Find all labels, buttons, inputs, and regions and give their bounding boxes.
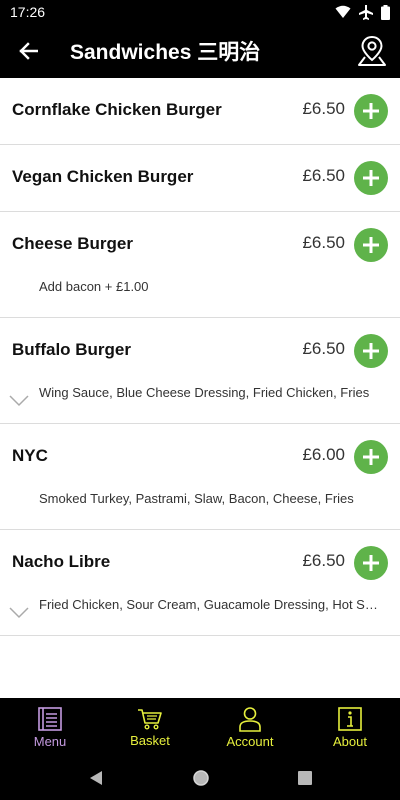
item-description: Smoked Turkey, Pastrami, Slaw, Bacon, Ch… xyxy=(39,491,354,506)
basket-icon xyxy=(138,708,162,730)
item-name: Nacho Libre xyxy=(12,552,111,571)
add-to-basket-button[interactable] xyxy=(354,546,388,580)
item-name: Cornflake Chicken Burger xyxy=(12,100,222,119)
nav-menu[interactable]: Menu xyxy=(0,698,100,756)
list-item[interactable]: Cheese Burger £6.50 Add bacon + £1.00 xyxy=(0,212,400,318)
page-title: Sandwiches 三明治 xyxy=(70,41,261,64)
list-item[interactable]: Buffalo Burger £6.50 Wing Sauce, Blue Ch… xyxy=(0,318,400,424)
bottom-nav: Menu Basket Account About xyxy=(0,698,400,756)
airplane-icon xyxy=(359,5,373,20)
chevron-down-icon[interactable] xyxy=(9,607,29,619)
item-price: £6.50 xyxy=(302,99,345,118)
item-name: Cheese Burger xyxy=(12,234,133,253)
system-nav-bar xyxy=(0,756,400,800)
item-price: £6.50 xyxy=(302,233,345,252)
item-name: Buffalo Burger xyxy=(12,340,131,359)
account-icon xyxy=(239,706,261,732)
item-description: Fried Chicken, Sour Cream, Guacamole Dre… xyxy=(39,597,384,612)
plus-icon xyxy=(363,449,379,465)
system-home-icon[interactable] xyxy=(192,769,210,787)
app-bar: Sandwiches 三明治 xyxy=(0,24,400,78)
add-to-basket-button[interactable] xyxy=(354,161,388,195)
nav-basket[interactable]: Basket xyxy=(100,698,200,756)
nav-account[interactable]: Account xyxy=(200,698,300,756)
nav-account-label: Account xyxy=(226,733,274,749)
back-arrow-icon xyxy=(19,42,38,60)
item-price: £6.00 xyxy=(302,445,345,464)
plus-icon xyxy=(363,555,379,571)
status-bar: 17:26 xyxy=(0,0,400,24)
list-item[interactable]: Nacho Libre £6.50 Fried Chicken, Sour Cr… xyxy=(0,530,400,636)
list-item[interactable]: Cornflake Chicken Burger £6.50 xyxy=(0,78,400,145)
menu-list: Cornflake Chicken Burger £6.50 Vegan Chi… xyxy=(0,78,400,636)
status-icons xyxy=(335,4,390,20)
nav-menu-label: Menu xyxy=(33,733,67,749)
battery-icon xyxy=(381,4,390,20)
item-price: £6.50 xyxy=(302,166,345,185)
item-description: Add bacon + £1.00 xyxy=(39,279,149,294)
nav-basket-label: Basket xyxy=(130,732,170,748)
plus-icon xyxy=(363,237,379,253)
item-name: Vegan Chicken Burger xyxy=(12,167,194,186)
back-button[interactable] xyxy=(0,24,56,78)
item-description: Wing Sauce, Blue Cheese Dressing, Fried … xyxy=(39,385,370,400)
system-recents-icon[interactable] xyxy=(298,771,312,785)
location-button[interactable] xyxy=(344,24,400,78)
list-item[interactable]: Vegan Chicken Burger £6.50 xyxy=(0,145,400,212)
add-to-basket-button[interactable] xyxy=(354,334,388,368)
nav-about-label: About xyxy=(333,733,367,749)
menu-book-icon xyxy=(38,706,62,731)
add-to-basket-button[interactable] xyxy=(354,228,388,262)
plus-icon xyxy=(363,343,379,359)
plus-icon xyxy=(363,170,379,186)
status-time: 17:26 xyxy=(10,4,46,20)
info-icon xyxy=(338,706,362,731)
item-price: £6.50 xyxy=(302,339,345,358)
list-item[interactable]: NYC £6.00 Smoked Turkey, Pastrami, Slaw,… xyxy=(0,424,400,530)
item-price: £6.50 xyxy=(302,551,345,570)
add-to-basket-button[interactable] xyxy=(354,440,388,474)
system-back-icon[interactable] xyxy=(88,770,104,786)
plus-icon xyxy=(363,103,379,119)
add-to-basket-button[interactable] xyxy=(354,94,388,128)
nav-about[interactable]: About xyxy=(300,698,400,756)
item-name: NYC xyxy=(12,446,48,465)
wifi-icon xyxy=(335,5,351,18)
map-pin-icon xyxy=(358,35,386,66)
chevron-down-icon[interactable] xyxy=(9,395,29,407)
